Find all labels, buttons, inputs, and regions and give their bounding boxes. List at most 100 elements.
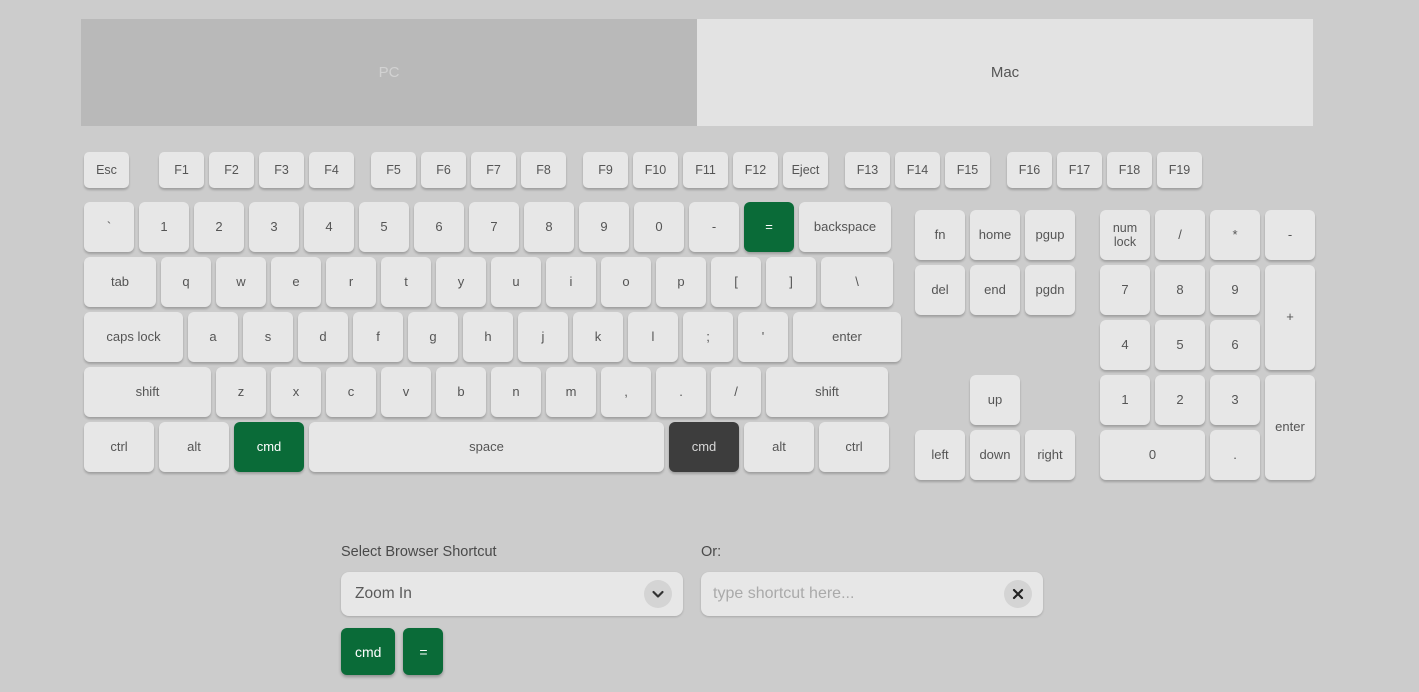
close-icon[interactable] — [1004, 580, 1032, 608]
key-backspace[interactable]: backspace — [799, 202, 891, 252]
key-0[interactable]: 0 — [634, 202, 684, 252]
key-bracket-right[interactable]: ] — [766, 257, 816, 307]
key-i[interactable]: i — [546, 257, 596, 307]
key-minus[interactable]: - — [689, 202, 739, 252]
key-c[interactable]: c — [326, 367, 376, 417]
key-f9[interactable]: F9 — [583, 152, 628, 188]
key-del[interactable]: del — [915, 265, 965, 315]
key-enter[interactable]: enter — [793, 312, 901, 362]
chevron-down-icon[interactable] — [644, 580, 672, 608]
key-numpad-0[interactable]: 0 — [1100, 430, 1205, 480]
key-j[interactable]: j — [518, 312, 568, 362]
key-f15[interactable]: F15 — [945, 152, 990, 188]
key-end[interactable]: end — [970, 265, 1020, 315]
key-v[interactable]: v — [381, 367, 431, 417]
key-numpad-2[interactable]: 2 — [1155, 375, 1205, 425]
key-numpad-9[interactable]: 9 — [1210, 265, 1260, 315]
key-backslash[interactable]: \ — [821, 257, 893, 307]
key-numpad-divide[interactable]: / — [1155, 210, 1205, 260]
key-quote[interactable]: ' — [738, 312, 788, 362]
key-x[interactable]: x — [271, 367, 321, 417]
key-b[interactable]: b — [436, 367, 486, 417]
key-shift-right[interactable]: shift — [766, 367, 888, 417]
key-f[interactable]: f — [353, 312, 403, 362]
key-6[interactable]: 6 — [414, 202, 464, 252]
key-t[interactable]: t — [381, 257, 431, 307]
key-z[interactable]: z — [216, 367, 266, 417]
key-d[interactable]: d — [298, 312, 348, 362]
key-m[interactable]: m — [546, 367, 596, 417]
key-f8[interactable]: F8 — [521, 152, 566, 188]
key-shift-left[interactable]: shift — [84, 367, 211, 417]
key-f14[interactable]: F14 — [895, 152, 940, 188]
key-f18[interactable]: F18 — [1107, 152, 1152, 188]
key-w[interactable]: w — [216, 257, 266, 307]
key-8[interactable]: 8 — [524, 202, 574, 252]
key-f11[interactable]: F11 — [683, 152, 728, 188]
key-num-lock[interactable]: num lock — [1100, 210, 1150, 260]
key-f13[interactable]: F13 — [845, 152, 890, 188]
key-n[interactable]: n — [491, 367, 541, 417]
key-h[interactable]: h — [463, 312, 513, 362]
key-arrow-down[interactable]: down — [970, 430, 1020, 480]
key-ctrl-right[interactable]: ctrl — [819, 422, 889, 472]
key-esc[interactable]: Esc — [84, 152, 129, 188]
key-arrow-up[interactable]: up — [970, 375, 1020, 425]
tab-pc[interactable]: PC — [81, 19, 697, 126]
key-f17[interactable]: F17 — [1057, 152, 1102, 188]
key-r[interactable]: r — [326, 257, 376, 307]
key-ctrl-left[interactable]: ctrl — [84, 422, 154, 472]
key-a[interactable]: a — [188, 312, 238, 362]
key-cmd-left[interactable]: cmd — [234, 422, 304, 472]
key-4[interactable]: 4 — [304, 202, 354, 252]
key-arrow-left[interactable]: left — [915, 430, 965, 480]
key-arrow-right[interactable]: right — [1025, 430, 1075, 480]
key-numpad-decimal[interactable]: . — [1210, 430, 1260, 480]
key-backtick[interactable]: ` — [84, 202, 134, 252]
key-numpad-minus[interactable]: - — [1265, 210, 1315, 260]
key-bracket-left[interactable]: [ — [711, 257, 761, 307]
key-f4[interactable]: F4 — [309, 152, 354, 188]
key-space[interactable]: space — [309, 422, 664, 472]
key-alt-right[interactable]: alt — [744, 422, 814, 472]
key-numpad-multiply[interactable]: * — [1210, 210, 1260, 260]
key-7[interactable]: 7 — [469, 202, 519, 252]
key-s[interactable]: s — [243, 312, 293, 362]
key-numpad-enter[interactable]: enter — [1265, 375, 1315, 480]
key-f5[interactable]: F5 — [371, 152, 416, 188]
key-cmd-right[interactable]: cmd — [669, 422, 739, 472]
key-3[interactable]: 3 — [249, 202, 299, 252]
key-q[interactable]: q — [161, 257, 211, 307]
key-o[interactable]: o — [601, 257, 651, 307]
browser-shortcut-select[interactable]: Zoom In — [341, 572, 683, 616]
key-f2[interactable]: F2 — [209, 152, 254, 188]
key-fn[interactable]: fn — [915, 210, 965, 260]
key-comma[interactable]: , — [601, 367, 651, 417]
key-numpad-7[interactable]: 7 — [1100, 265, 1150, 315]
key-f12[interactable]: F12 — [733, 152, 778, 188]
key-semicolon[interactable]: ; — [683, 312, 733, 362]
key-pgdn[interactable]: pgdn — [1025, 265, 1075, 315]
key-k[interactable]: k — [573, 312, 623, 362]
key-alt-left[interactable]: alt — [159, 422, 229, 472]
key-numpad-5[interactable]: 5 — [1155, 320, 1205, 370]
key-f10[interactable]: F10 — [633, 152, 678, 188]
key-g[interactable]: g — [408, 312, 458, 362]
key-period[interactable]: . — [656, 367, 706, 417]
key-f19[interactable]: F19 — [1157, 152, 1202, 188]
key-numpad-plus[interactable]: + — [1265, 265, 1315, 370]
key-u[interactable]: u — [491, 257, 541, 307]
key-f7[interactable]: F7 — [471, 152, 516, 188]
key-y[interactable]: y — [436, 257, 486, 307]
key-2[interactable]: 2 — [194, 202, 244, 252]
key-home[interactable]: home — [970, 210, 1020, 260]
key-numpad-1[interactable]: 1 — [1100, 375, 1150, 425]
key-numpad-3[interactable]: 3 — [1210, 375, 1260, 425]
key-numpad-6[interactable]: 6 — [1210, 320, 1260, 370]
key-equals[interactable]: = — [744, 202, 794, 252]
key-tab[interactable]: tab — [84, 257, 156, 307]
shortcut-input[interactable]: type shortcut here... — [701, 585, 854, 603]
key-5[interactable]: 5 — [359, 202, 409, 252]
key-f3[interactable]: F3 — [259, 152, 304, 188]
key-pgup[interactable]: pgup — [1025, 210, 1075, 260]
